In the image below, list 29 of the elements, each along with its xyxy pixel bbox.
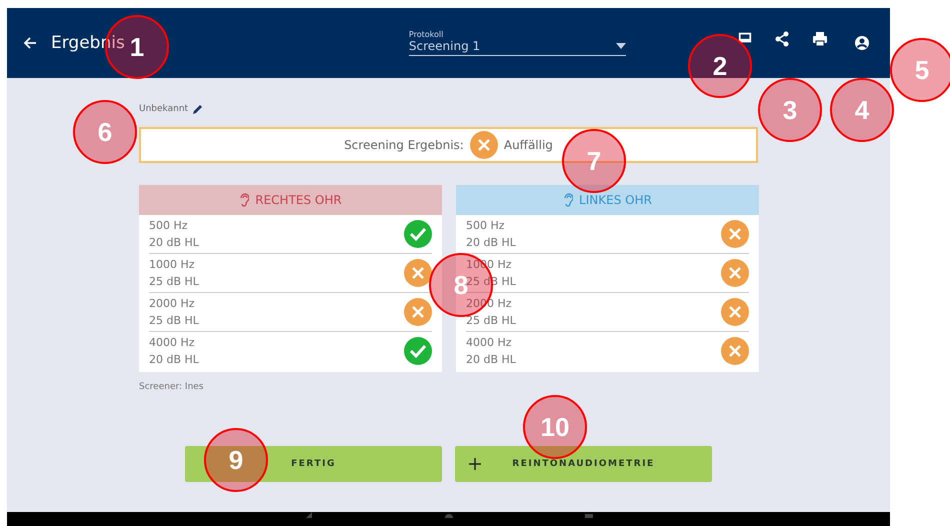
pencil-icon[interactable] [192,104,204,114]
level-text: 25 dB HL [466,314,516,327]
level-text: 20 dB HL [466,353,516,366]
level-text: 20 dB HL [149,353,199,366]
panel-title: RECHTES OHR [255,193,342,207]
result-value: Auffällig [504,138,553,152]
callout-tooltip: 2 [688,34,752,98]
level-text: 20 dB HL [466,236,516,249]
frequency-text: 4000 Hz [466,336,513,349]
add-test-button[interactable]: REINTONAUDIOMETRIE [455,446,712,482]
frequency-text: 4000 Hz [149,336,196,349]
patient-name: Unbekannt [139,104,188,114]
frequency-text: 1000 Hz [149,258,196,271]
caret-icon [616,43,626,49]
callout-tooltip: 6 [73,100,137,164]
callout-tooltip: 3 [758,78,822,142]
frequency-text: 500 Hz [149,219,189,232]
level-text: 25 dB HL [149,275,199,288]
screener-text: Screener: Ines [139,382,204,392]
ear-icon [563,193,574,207]
frequency-text: 2000 Hz [149,297,196,310]
frequency-text: 500 Hz [466,219,506,232]
protocol-dropdown[interactable]: Protokoll Screening 1 [408,30,626,56]
level-text: 20 dB HL [149,236,199,249]
ear-icon [239,193,250,207]
level-text: 25 dB HL [149,314,199,327]
panel-title: LINKES OHR [579,193,652,207]
result-label: Screening Ergebnis: [344,138,464,152]
plus-icon [469,458,481,470]
